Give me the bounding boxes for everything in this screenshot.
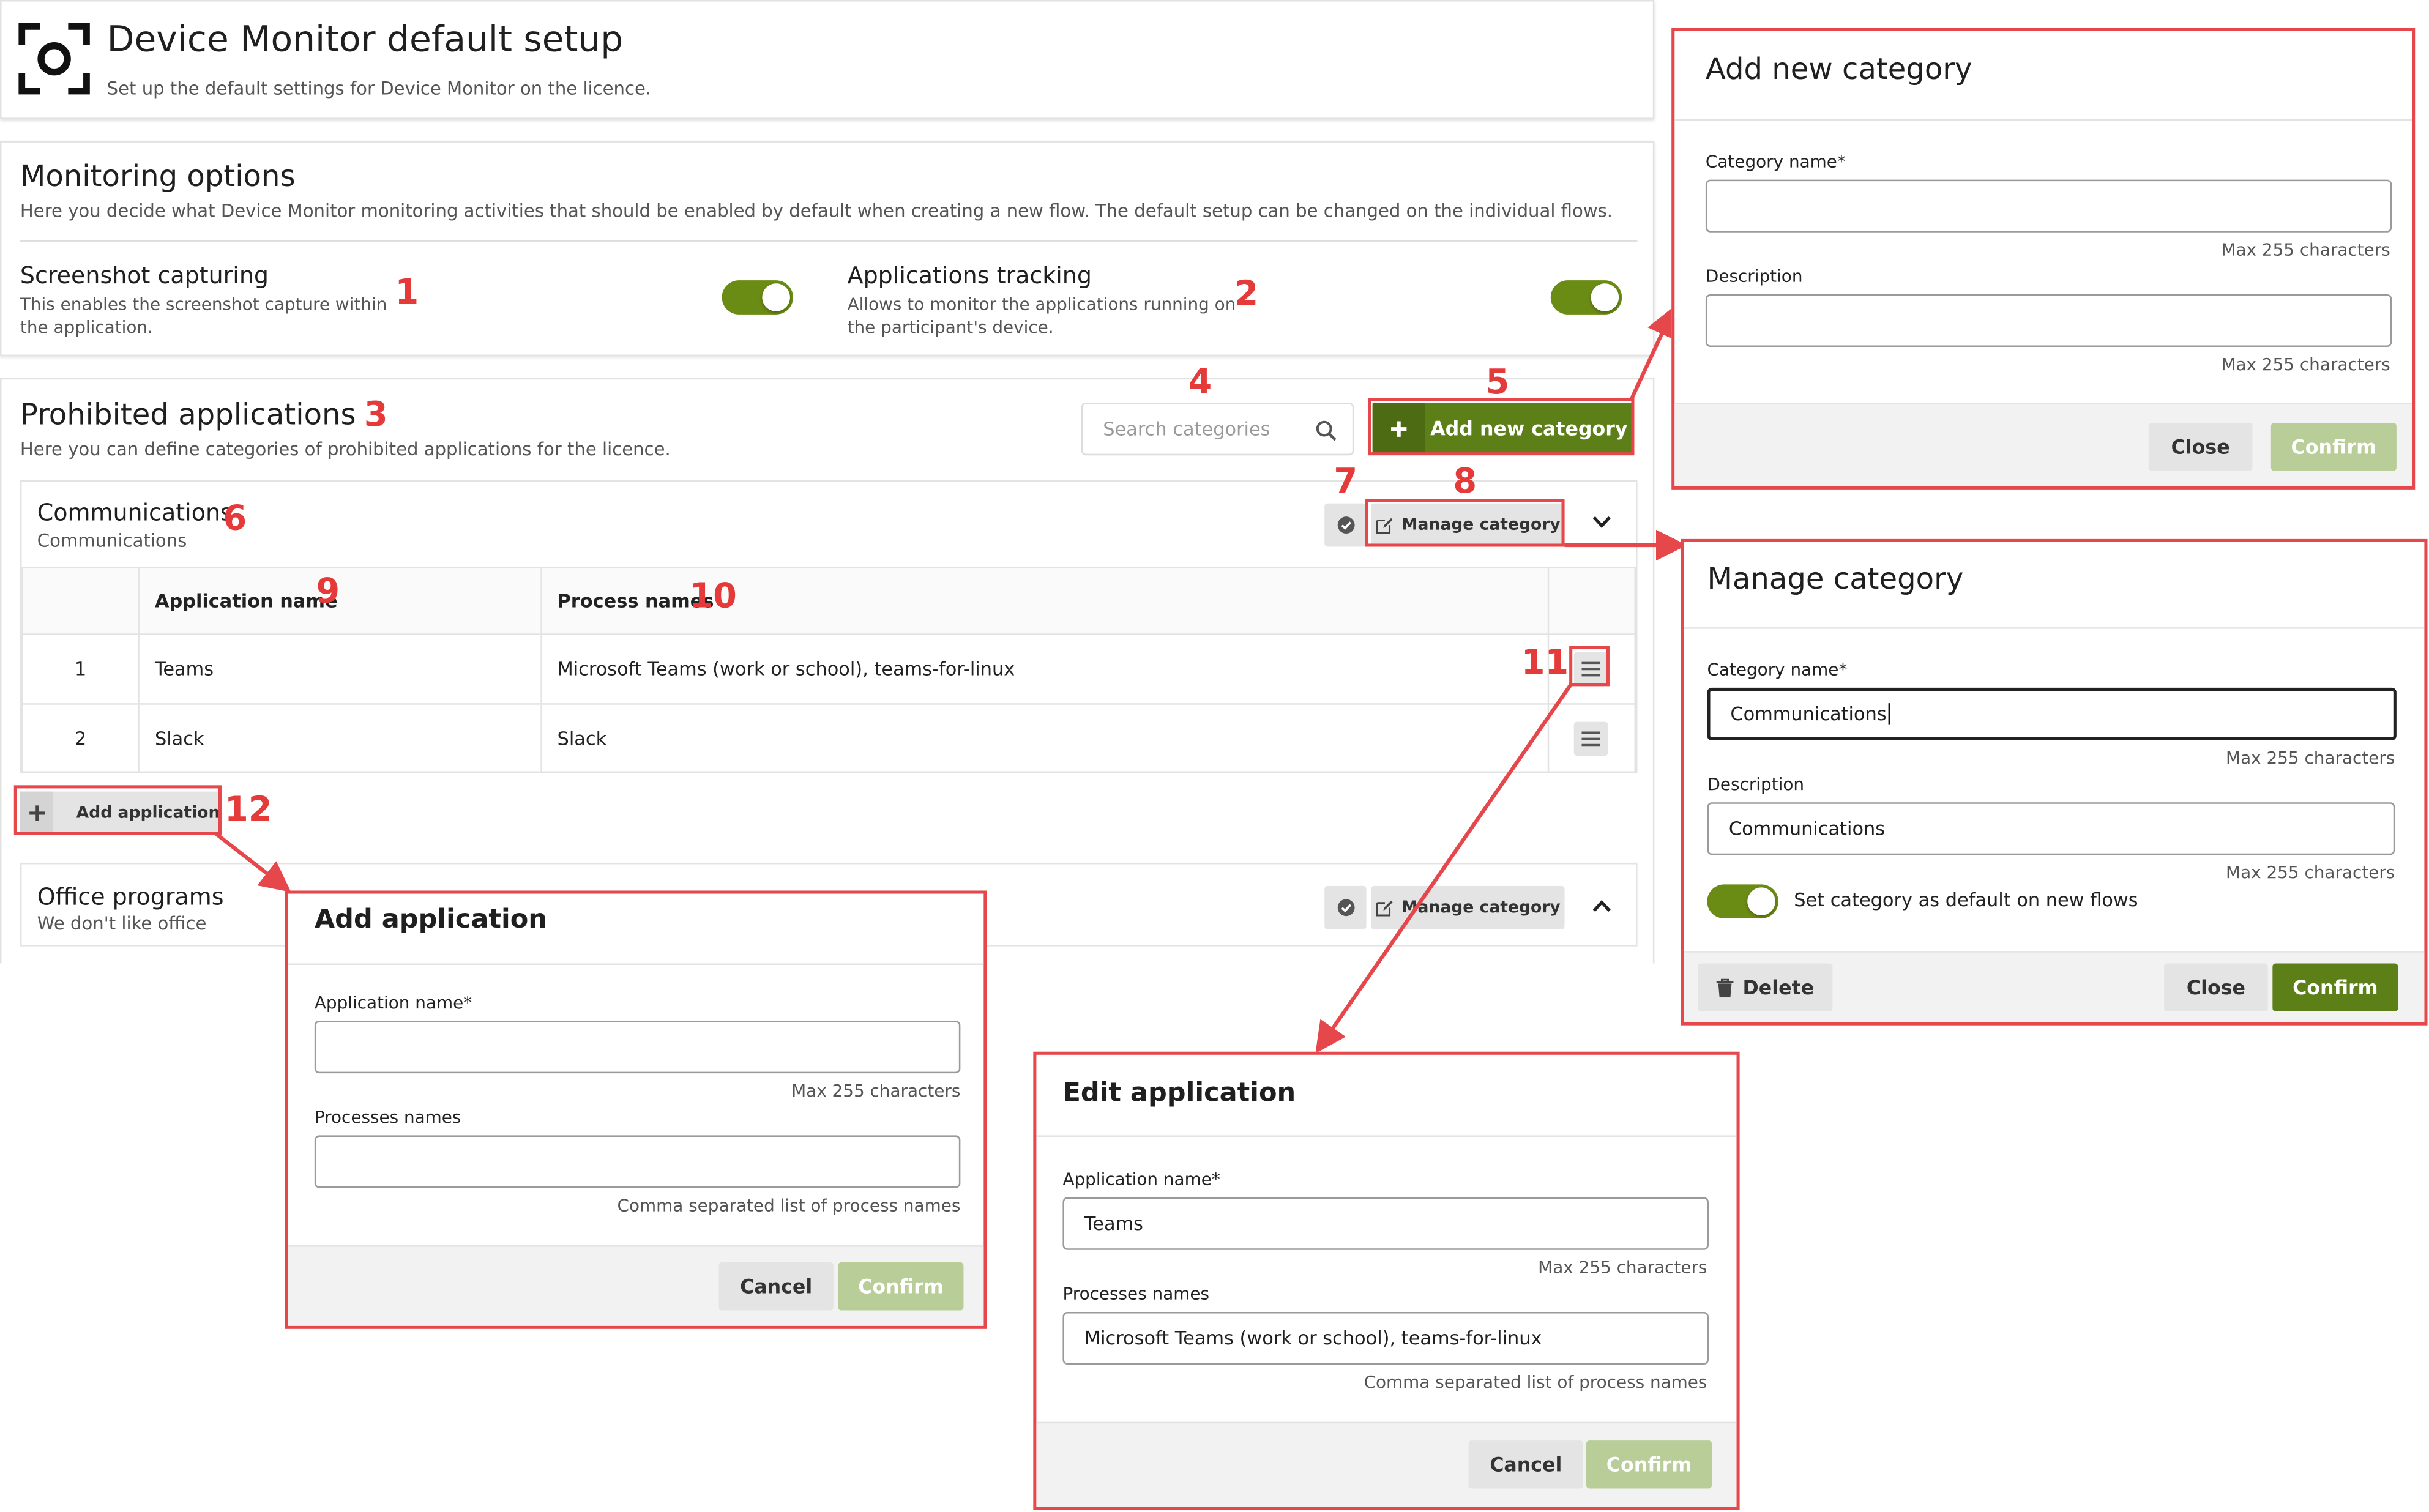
category-name-label: Category name*: [1707, 660, 1848, 680]
modal-header: Edit application: [1036, 1055, 1737, 1137]
delete-label: Delete: [1742, 975, 1815, 999]
description-label: Description: [1705, 266, 1803, 287]
category-name-hint: Max 255 characters: [2221, 240, 2390, 261]
category-name-value: Communications: [1730, 703, 1887, 725]
description-hint: Max 255 characters: [2226, 862, 2395, 883]
application-name-label: Application name*: [314, 992, 472, 1013]
process-names-hint: Comma separated list of process names: [617, 1196, 961, 1216]
confirm-button[interactable]: Confirm: [1586, 1440, 1712, 1489]
add-new-category-modal: Add new category Category name* Max 255 …: [1671, 28, 2416, 490]
confirm-button[interactable]: Confirm: [2270, 423, 2397, 471]
description-input[interactable]: Communications: [1707, 802, 2395, 855]
modal-title: Add new category: [1705, 53, 1972, 87]
trash-icon: [1716, 978, 1734, 997]
manage-category-modal: Manage category Category name* Communica…: [1681, 538, 2428, 1026]
modal-header: Add application: [288, 894, 984, 965]
modal-footer: Close Confirm: [1674, 403, 2412, 486]
process-names-hint: Comma separated list of process names: [1364, 1372, 1707, 1393]
application-name-input[interactable]: Teams: [1062, 1197, 1709, 1250]
set-default-label: Set category as default on new flows: [1794, 888, 2138, 911]
set-default-toggle[interactable]: [1707, 884, 1778, 919]
category-name-input[interactable]: [1705, 179, 2392, 233]
application-name-label: Application name*: [1062, 1169, 1220, 1190]
application-name-input[interactable]: [314, 1021, 961, 1074]
process-names-input[interactable]: Microsoft Teams (work or school), teams-…: [1062, 1311, 1709, 1365]
screenshot-scene: Device Monitor default setup Set up the …: [0, 0, 2429, 1512]
category-name-input[interactable]: Communications: [1707, 687, 2397, 740]
category-name-hint: Max 255 characters: [2226, 748, 2395, 769]
confirm-button[interactable]: Confirm: [838, 1262, 964, 1311]
toggle-knob: [1747, 887, 1775, 915]
cancel-button[interactable]: Cancel: [718, 1262, 834, 1311]
modal-footer: Delete Close Confirm: [1684, 951, 2425, 1022]
modal-header: Add new category: [1674, 31, 2412, 121]
close-button[interactable]: Close: [2164, 963, 2268, 1011]
description-input[interactable]: [1705, 294, 2392, 347]
application-name-hint: Max 255 characters: [1538, 1257, 1707, 1278]
modal-footer: Cancel Confirm: [1036, 1421, 1737, 1507]
delete-button[interactable]: Delete: [1698, 963, 1833, 1011]
arrow-to-edit-application-modal: [1315, 683, 1573, 1054]
close-button[interactable]: Close: [2148, 423, 2253, 471]
modal-title: Manage category: [1707, 562, 1964, 597]
arrow-to-add-category-modal: [1629, 305, 1676, 401]
description-label: Description: [1707, 774, 1805, 795]
cancel-button[interactable]: Cancel: [1468, 1440, 1583, 1489]
category-name-label: Category name*: [1705, 152, 1846, 172]
description-hint: Max 255 characters: [2221, 354, 2390, 375]
process-names-label: Processes names: [1062, 1284, 1210, 1305]
process-names-label: Processes names: [314, 1107, 461, 1128]
text-cursor: [1888, 703, 1890, 725]
arrow-to-add-application-modal: [214, 832, 291, 893]
confirm-button[interactable]: Confirm: [2272, 963, 2398, 1011]
modal-title: Add application: [314, 904, 547, 936]
modal-header: Manage category: [1684, 542, 2425, 629]
edit-application-modal: Edit application Application name* Teams…: [1033, 1051, 1740, 1510]
application-name-hint: Max 255 characters: [791, 1081, 961, 1101]
modal-footer: Cancel Confirm: [288, 1245, 984, 1326]
add-application-modal: Add application Application name* Max 25…: [285, 890, 987, 1329]
modal-title: Edit application: [1062, 1078, 1296, 1109]
process-names-input[interactable]: [314, 1135, 961, 1188]
